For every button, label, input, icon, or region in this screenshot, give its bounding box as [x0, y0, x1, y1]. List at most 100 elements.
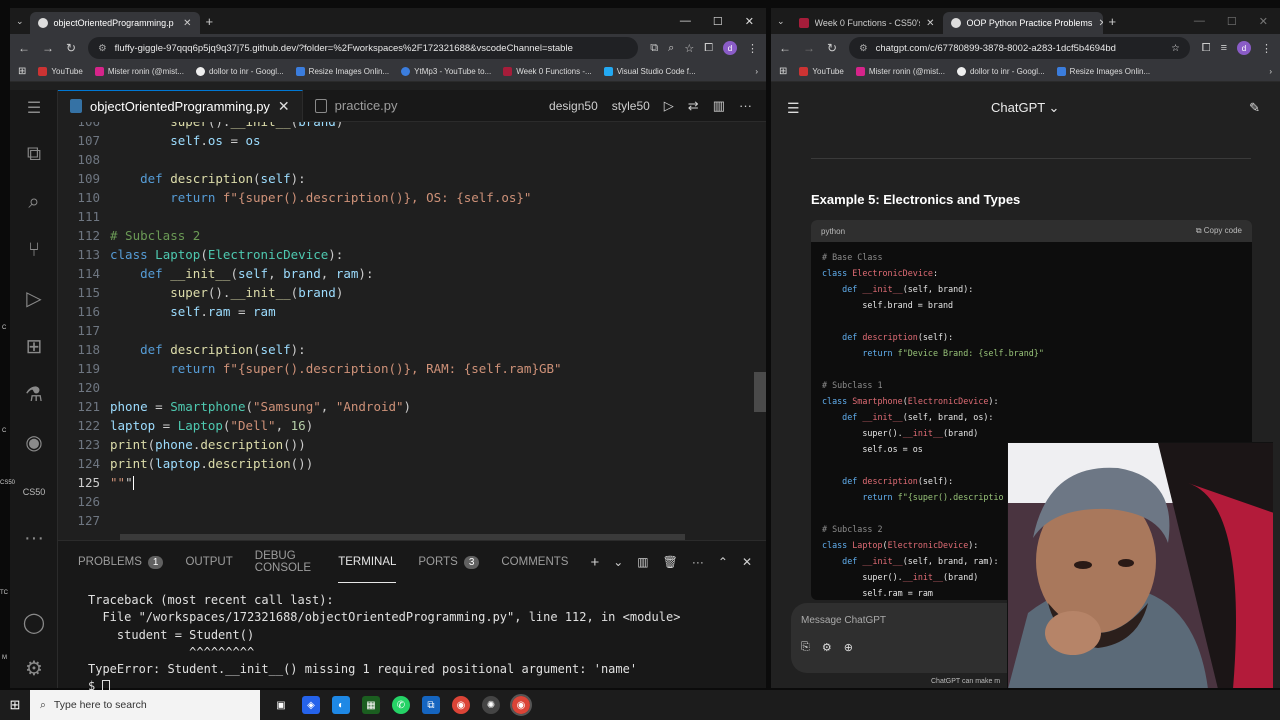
- tab-comments[interactable]: COMMENTS: [501, 541, 568, 583]
- search-icon[interactable]: ⌕: [22, 190, 46, 214]
- sidebar-toggle-icon[interactable]: ☰: [787, 100, 800, 117]
- tab-objectOrientedProgramming[interactable]: objectOrientedProgramming.py ✕: [58, 89, 303, 122]
- bookmark-resize[interactable]: Resize Images Onlin...: [1056, 67, 1150, 76]
- profile-icon[interactable]: d: [1237, 41, 1251, 55]
- chevron-down-icon[interactable]: ⌄: [613, 555, 623, 569]
- model-selector[interactable]: ChatGPT ⌄: [991, 100, 1059, 116]
- code-editor[interactable]: 106 super().__init__(brand)107 self.os =…: [58, 122, 766, 540]
- cs50-icon[interactable]: CS50: [22, 480, 46, 504]
- code-line[interactable]: 114 def __init__(self, brand, ram):: [58, 264, 766, 283]
- code-line[interactable]: 116 self.ram = ram: [58, 302, 766, 321]
- code-line[interactable]: 118 def description(self):: [58, 340, 766, 359]
- url-input[interactable]: ⚙ chatgpt.com/c/67780899-3878-8002-a283-…: [849, 37, 1190, 59]
- split-editor-icon[interactable]: ▥: [713, 98, 725, 114]
- menu-icon[interactable]: ☰: [22, 96, 46, 120]
- minimize-icon[interactable]: —: [1194, 15, 1205, 28]
- back-icon[interactable]: ←: [779, 41, 791, 55]
- bookmark-resize[interactable]: Resize Images Onlin...: [295, 67, 389, 76]
- close-window-icon[interactable]: ✕: [1259, 15, 1268, 28]
- apps-icon[interactable]: ⊞: [779, 66, 787, 77]
- bookmark-instagram[interactable]: Mister ronin (@mist...: [94, 67, 184, 76]
- close-tab-icon[interactable]: ✕: [183, 18, 191, 29]
- design50-button[interactable]: design50: [549, 99, 598, 113]
- code-line[interactable]: 112 # Subclass 2: [58, 226, 766, 245]
- code-line[interactable]: 115 super().__init__(brand): [58, 283, 766, 302]
- code-line[interactable]: 108: [58, 150, 766, 169]
- bookmark-youtube[interactable]: YouTube: [799, 67, 844, 76]
- url-input[interactable]: ⚙ fluffy-giggle-97qqq6p5jq9q37j75.github…: [88, 37, 639, 59]
- extensions-icon[interactable]: ⧠: [704, 42, 713, 55]
- code-line[interactable]: 121 phone = Smartphone("Samsung", "Androi…: [58, 397, 766, 416]
- tab-search-icon[interactable]: ⌄: [16, 16, 24, 27]
- site-info-icon[interactable]: ⚙: [859, 43, 868, 54]
- cast-icon[interactable]: ⧉: [650, 42, 658, 55]
- vertical-scrollbar[interactable]: [754, 372, 766, 412]
- code-line[interactable]: 122 laptop = Laptop("Dell", 16): [58, 416, 766, 435]
- code-line[interactable]: 125 """: [58, 473, 766, 492]
- task-view-icon[interactable]: ▣: [272, 696, 290, 714]
- tab-search-icon[interactable]: ⌄: [777, 16, 785, 27]
- chatgpt-icon[interactable]: ✺: [482, 696, 500, 714]
- apps-icon[interactable]: ⊞: [18, 66, 26, 77]
- code-line[interactable]: 123 print(phone.description()): [58, 435, 766, 454]
- calculator-icon[interactable]: ▦: [362, 696, 380, 714]
- code-line[interactable]: 110 return f"{super().description()}, OS…: [58, 188, 766, 207]
- close-tab-icon[interactable]: ✕: [278, 98, 290, 115]
- tab-oop-practice[interactable]: OOP Python Practice Problems ✕: [942, 12, 1103, 34]
- code-line[interactable]: 127: [58, 511, 766, 530]
- explorer-icon[interactable]: ⧉: [22, 142, 46, 166]
- windows-start-icon[interactable]: ⊞: [0, 697, 30, 713]
- bookmark-youtube[interactable]: YouTube: [38, 67, 83, 76]
- more-actions-icon[interactable]: ···: [739, 98, 752, 113]
- tab-practice[interactable]: practice.py: [303, 90, 410, 122]
- tools-icon[interactable]: ⚙: [822, 641, 832, 654]
- forward-icon[interactable]: →: [803, 41, 815, 55]
- close-panel-icon[interactable]: ✕: [742, 555, 752, 569]
- code-line[interactable]: 113 class Laptop(ElectronicDevice):: [58, 245, 766, 264]
- code-line[interactable]: 120: [58, 378, 766, 397]
- close-tab-icon[interactable]: ✕: [1098, 18, 1102, 29]
- vscode-icon[interactable]: ⧉: [422, 696, 440, 714]
- reload-icon[interactable]: ↻: [66, 41, 76, 55]
- split-terminal-icon[interactable]: ▥: [637, 555, 648, 569]
- tab-output[interactable]: OUTPUT: [185, 541, 232, 583]
- bookmark-google[interactable]: dollor to inr - Googl...: [956, 67, 1045, 76]
- tab-problems[interactable]: PROBLEMS 1: [78, 541, 164, 583]
- new-tab-button[interactable]: +: [206, 14, 214, 29]
- code-line[interactable]: 109 def description(self):: [58, 169, 766, 188]
- close-window-icon[interactable]: ✕: [745, 15, 754, 28]
- chrome-icon[interactable]: ◉: [452, 696, 470, 714]
- testing-icon[interactable]: ⚗: [22, 382, 46, 406]
- chrome-active-icon[interactable]: ◉: [510, 694, 532, 716]
- bookmark-week0[interactable]: Week 0 Functions -...: [503, 67, 592, 76]
- message-input[interactable]: Message ChatGPT: [801, 615, 886, 626]
- back-icon[interactable]: ←: [18, 41, 30, 55]
- star-icon[interactable]: ☆: [684, 42, 694, 55]
- tab-terminal[interactable]: TERMINAL: [338, 541, 397, 583]
- source-control-icon[interactable]: ⑂: [22, 238, 46, 262]
- extensions-icon[interactable]: ⧠: [1202, 42, 1211, 55]
- more-icon[interactable]: ···: [692, 555, 704, 569]
- minimize-icon[interactable]: —: [680, 15, 691, 28]
- more-bookmarks-icon[interactable]: ›: [755, 67, 758, 76]
- tab-week0[interactable]: Week 0 Functions - CS50's Intr ✕: [791, 12, 943, 34]
- code-line[interactable]: 107 self.os = os: [58, 131, 766, 150]
- account-icon[interactable]: ◯: [22, 610, 46, 634]
- settings-gear-icon[interactable]: ⚙: [22, 656, 46, 680]
- kebab-menu-icon[interactable]: ⋮: [1261, 42, 1272, 55]
- forward-icon[interactable]: →: [42, 41, 54, 55]
- code-line[interactable]: 117: [58, 321, 766, 340]
- compare-icon[interactable]: ⇄: [688, 98, 699, 114]
- tab-debug-console[interactable]: DEBUG CONSOLE: [255, 541, 316, 583]
- code-line[interactable]: 126: [58, 492, 766, 511]
- maximize-panel-icon[interactable]: ⌃: [718, 555, 728, 569]
- trash-icon[interactable]: 🗑: [663, 555, 678, 569]
- more-icon[interactable]: ···: [22, 526, 46, 550]
- taskbar-search[interactable]: ⌕ Type here to search: [30, 690, 260, 720]
- edge-icon[interactable]: ◐: [332, 696, 350, 714]
- bookmark-vscode[interactable]: Visual Studio Code f...: [603, 67, 696, 76]
- reload-icon[interactable]: ↻: [827, 41, 837, 55]
- bookmark-instagram[interactable]: Mister ronin (@mist...: [855, 67, 945, 76]
- attach-icon[interactable]: ⎘: [801, 641, 810, 654]
- code-line[interactable]: 106 super().__init__(brand): [58, 122, 766, 131]
